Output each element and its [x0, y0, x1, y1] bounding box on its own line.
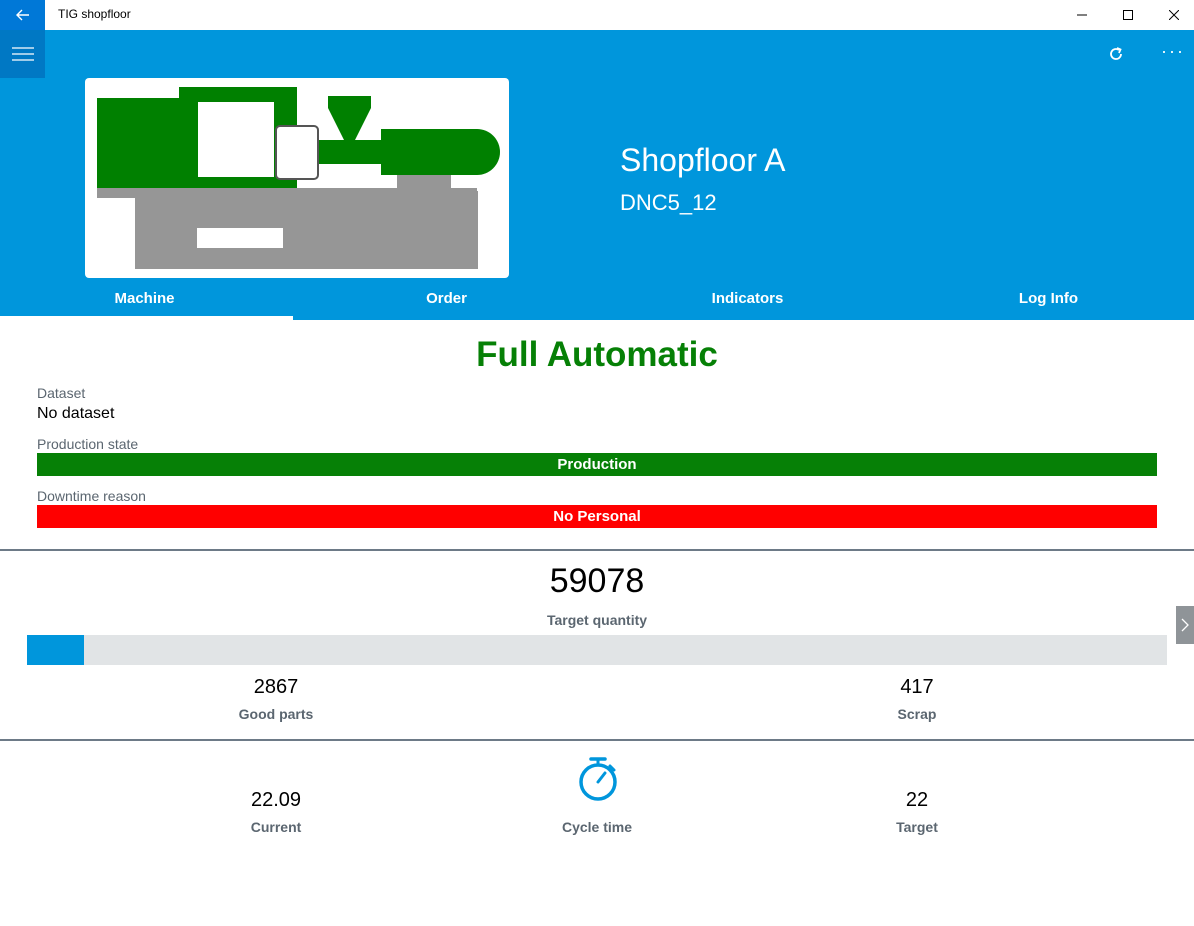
cycle-time-target-label: Target [896, 819, 938, 835]
quantity-progress-bar [27, 635, 1167, 665]
section-divider [0, 739, 1194, 741]
production-state-bar: Production [37, 453, 1157, 476]
stopwatch-icon [579, 757, 617, 801]
cycle-time-current-label: Current [250, 819, 302, 835]
machine-image [85, 78, 509, 278]
title-bar: TIG shopfloor [0, 0, 1194, 30]
tab-bar: Machine Order Indicators Log Info [0, 282, 1194, 320]
tab-label: Machine [114, 290, 175, 307]
minimize-icon [1077, 14, 1087, 16]
back-arrow-icon [15, 9, 29, 21]
tab-label: Order [426, 290, 467, 307]
refresh-button[interactable] [1100, 40, 1132, 68]
dataset-value: No dataset [37, 405, 115, 422]
more-button[interactable]: ··· [1155, 40, 1191, 68]
tab-order[interactable]: Order [296, 282, 597, 320]
production-state-value: Production [557, 456, 637, 473]
cycle-time-current-value: 22.09 [250, 789, 302, 811]
maximize-icon [1123, 10, 1133, 20]
close-button[interactable] [1151, 0, 1194, 30]
maximize-button[interactable] [1105, 0, 1151, 30]
cycle-time-target-value: 22 [905, 789, 929, 811]
chevron-right-icon [1181, 618, 1189, 632]
scrap-value: 417 [900, 676, 934, 698]
menu-button[interactable] [0, 30, 45, 78]
shopfloor-name: Shopfloor A [620, 142, 786, 178]
target-quantity-label: Target quantity [546, 612, 648, 628]
good-parts-value: 2867 [253, 676, 299, 698]
quantity-progress-fill [27, 635, 84, 665]
tab-label: Log Info [1018, 290, 1079, 307]
downtime-reason-value: No Personal [553, 508, 641, 525]
scrap-label: Scrap [897, 706, 937, 722]
more-icon: ··· [1161, 41, 1185, 61]
target-quantity-value: 59078 [549, 562, 645, 600]
app-title: TIG shopfloor [58, 7, 131, 21]
injection-molding-machine-graphic [97, 87, 500, 269]
production-state-label: Production state [37, 436, 139, 452]
machine-id: DNC5_12 [620, 190, 717, 215]
downtime-reason-bar: No Personal [37, 505, 1157, 528]
tab-machine[interactable]: Machine [0, 282, 295, 320]
machine-mode: Full Automatic [476, 335, 718, 374]
tab-indicators[interactable]: Indicators [597, 282, 898, 320]
header: ··· Shopfloor A DNC5_12 Machine Order In… [0, 30, 1194, 320]
hamburger-menu-icon [11, 47, 34, 61]
tab-log-info[interactable]: Log Info [898, 282, 1194, 320]
section-divider [0, 549, 1194, 551]
close-icon [1169, 10, 1179, 20]
tab-label: Indicators [711, 290, 784, 307]
cycle-time-label: Cycle time [561, 819, 633, 835]
dataset-label: Dataset [37, 385, 86, 401]
minimize-button[interactable] [1059, 0, 1105, 30]
refresh-icon [1110, 47, 1122, 60]
downtime-reason-label: Downtime reason [37, 488, 146, 504]
good-parts-label: Good parts [238, 706, 314, 722]
next-page-button[interactable] [1176, 606, 1194, 644]
back-button[interactable] [0, 0, 45, 30]
tab-selected-indicator [0, 316, 293, 320]
